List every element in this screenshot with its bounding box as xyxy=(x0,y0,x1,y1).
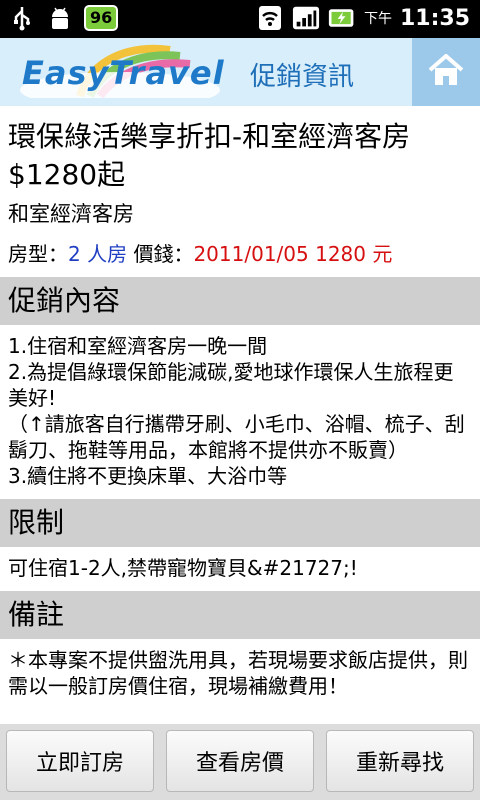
book-now-button[interactable]: 立即訂房 xyxy=(6,730,154,792)
section-header-note: 備註 xyxy=(0,591,480,639)
room-name: 和室經濟客房 xyxy=(8,202,134,226)
price-line: 房型：2 人房 價錢：2011/01/05 1280 元 xyxy=(8,238,472,267)
section-body-content: 1.住宿和室經濟客房一晚一間 2.為提倡綠環保節能減碳,愛地球作環保人生旅程更美… xyxy=(8,334,465,488)
bottom-action-bar: 立即訂房 查看房價 重新尋找 xyxy=(0,724,480,800)
status-bar: 96 下午 11:35 xyxy=(0,0,480,38)
battery-charging-icon xyxy=(328,4,356,32)
home-icon xyxy=(426,52,466,92)
app-logo: EasyTravel xyxy=(22,54,225,92)
page-title: 促銷資訊 xyxy=(250,62,355,92)
price-value: 1280 元 xyxy=(315,242,393,266)
price-date: 2011/01/05 xyxy=(193,242,309,266)
usb-icon xyxy=(8,4,36,32)
room-type-label: 房型： xyxy=(8,242,68,266)
app-header: EasyTravel 促銷資訊 xyxy=(0,38,480,106)
home-button[interactable] xyxy=(412,38,480,106)
section-header-limit: 限制 xyxy=(0,499,480,547)
ampm-label: 下午 xyxy=(363,11,392,27)
signal-icon xyxy=(292,4,320,32)
view-price-button[interactable]: 查看房價 xyxy=(166,730,314,792)
section-body-limit: 可住宿1-2人,禁帶寵物寶貝&#21727;! xyxy=(8,556,358,580)
wifi-icon xyxy=(256,4,284,32)
room-type-value: 2 人房 xyxy=(68,242,128,266)
promo-title: 環保綠活樂享折扣-和室經濟客房$1280起 xyxy=(8,120,411,191)
clock: 11:35 xyxy=(399,5,470,31)
promo-content: 環保綠活樂享折扣-和室經濟客房$1280起 和室經濟客房 房型：2 人房 價錢：… xyxy=(0,106,480,705)
android-debug-icon xyxy=(46,4,74,32)
battery-badge: 96 xyxy=(84,5,119,31)
section-header-content: 促銷內容 xyxy=(0,277,480,325)
section-body-note: ＊本專案不提供盥洗用具，若現場要求飯店提供，則需以一般訂房價住宿，現場補繳費用！ xyxy=(8,648,468,698)
price-label: 價錢： xyxy=(133,242,194,266)
search-again-button[interactable]: 重新尋找 xyxy=(326,730,474,792)
